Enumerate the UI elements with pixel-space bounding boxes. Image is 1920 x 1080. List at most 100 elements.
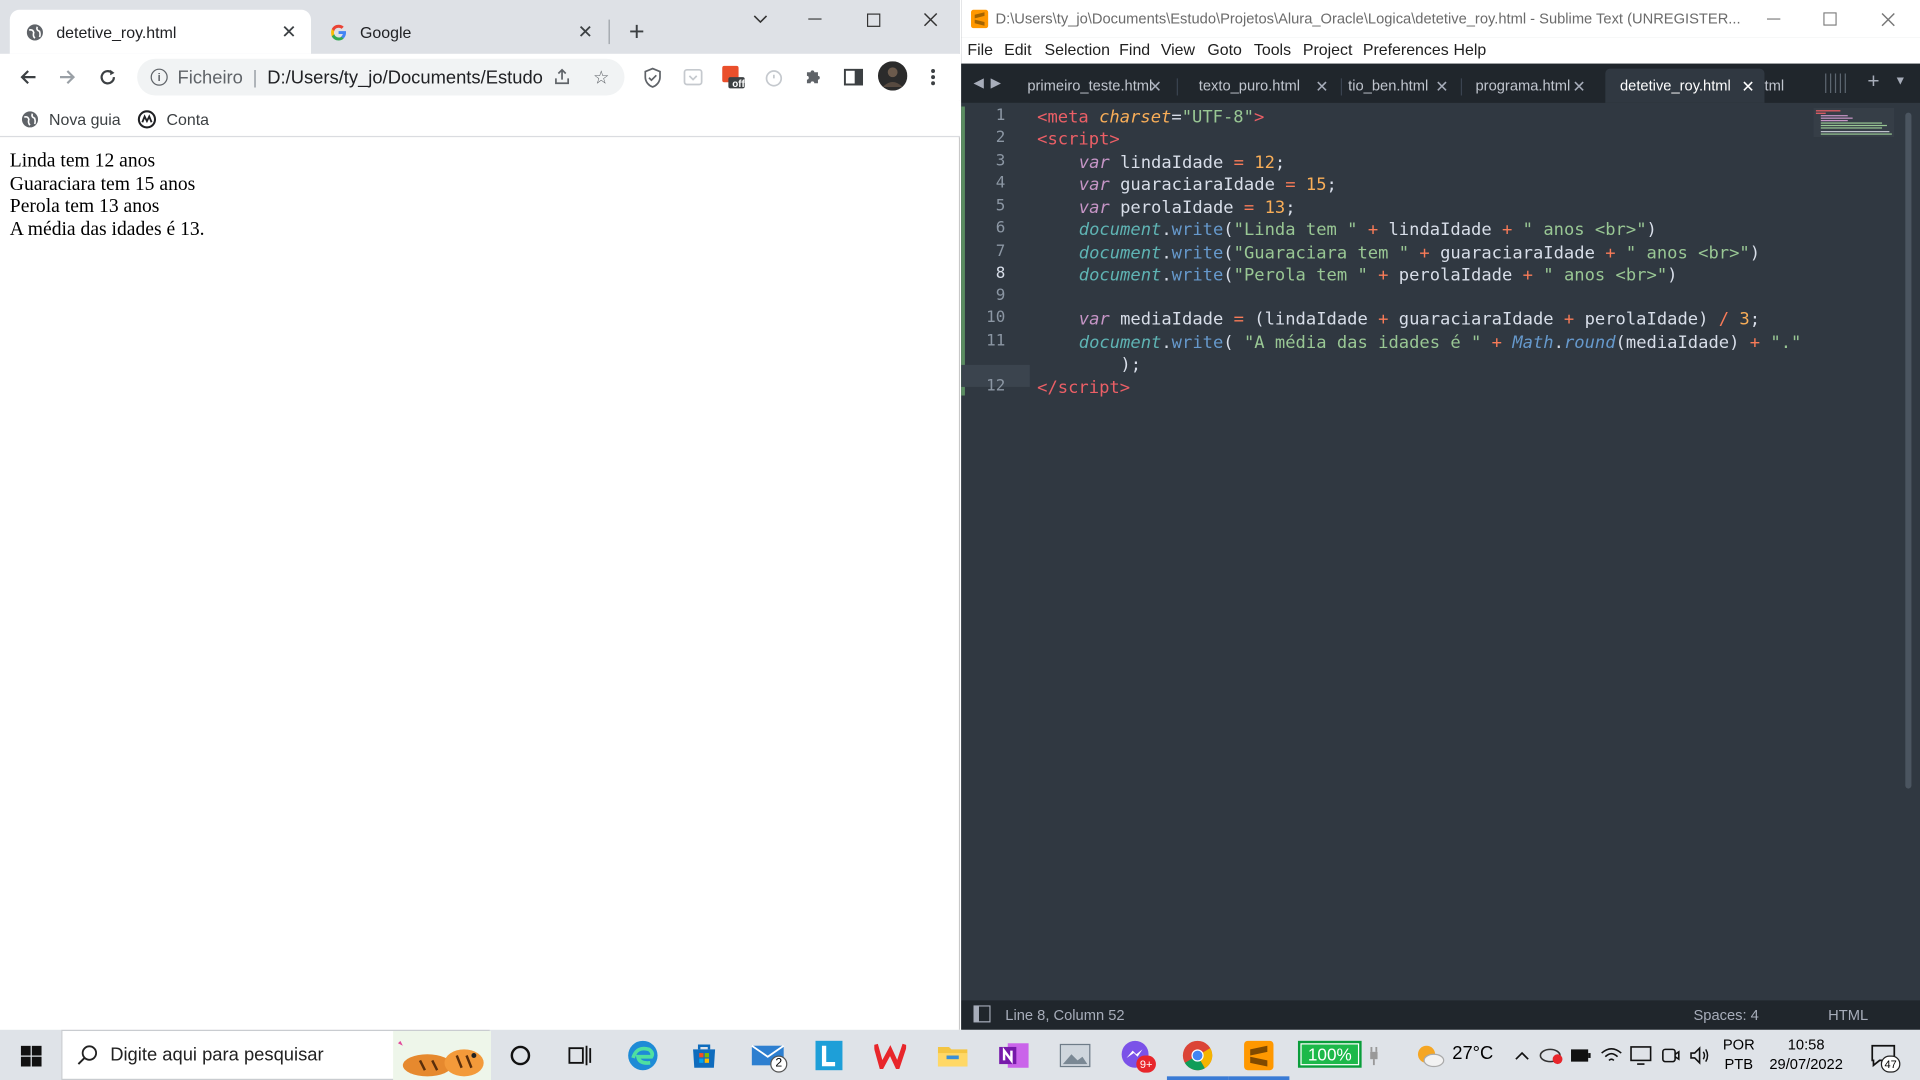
chrome-taskbar-icon[interactable]: [1166, 1036, 1229, 1080]
menu-file[interactable]: File: [967, 40, 993, 58]
tab-scroll-right-icon[interactable]: ▶: [991, 75, 1001, 91]
tab-overflow-icon[interactable]: [1823, 73, 1850, 94]
panel-toggle-icon[interactable]: [973, 1005, 991, 1026]
weather-temperature[interactable]: 27°C: [1452, 1044, 1493, 1064]
menu-help[interactable]: Help: [1453, 40, 1486, 58]
bookmark-nova-guia[interactable]: Nova guia: [20, 107, 121, 131]
windows-start-icon[interactable]: [11, 1036, 50, 1075]
file-explorer-icon[interactable]: [933, 1036, 972, 1075]
code-token: .: [1161, 265, 1172, 286]
editor-tab[interactable]: programa.html ✕: [1463, 69, 1595, 103]
photos-app-icon[interactable]: [1056, 1036, 1095, 1075]
indentation-setting[interactable]: Spaces: 4: [1693, 1007, 1758, 1024]
clock[interactable]: 10:58 29/07/2022: [1763, 1035, 1849, 1074]
bookmark-star-icon[interactable]: ☆: [590, 66, 612, 88]
site-info-icon[interactable]: i: [150, 68, 168, 86]
microsoft-store-icon[interactable]: [684, 1036, 723, 1075]
active-app-indicator: [1166, 1076, 1229, 1080]
new-tab-icon[interactable]: +: [1867, 70, 1879, 94]
close-tab-icon[interactable]: ✕: [1315, 77, 1328, 97]
editor-tab[interactable]: primeiro_teste.html ✕: [1015, 69, 1172, 103]
close-tab-icon[interactable]: ✕: [1435, 77, 1448, 97]
new-tab-button[interactable]: +: [622, 16, 651, 47]
cortana-icon[interactable]: [501, 1036, 540, 1075]
maximize-icon[interactable]: [845, 0, 901, 39]
editor-tab[interactable]: texto_puro.html ✕: [1187, 69, 1339, 103]
menu-view[interactable]: View: [1161, 40, 1195, 58]
language-indicator[interactable]: POR PTB: [1719, 1035, 1758, 1074]
code-line: </script>: [1037, 377, 1130, 399]
onedrive-error-icon[interactable]: [1538, 1036, 1565, 1075]
avatar[interactable]: [877, 61, 908, 91]
notifications-icon[interactable]: 47: [1864, 1036, 1903, 1075]
minimize-icon[interactable]: [786, 0, 842, 39]
back-button[interactable]: [12, 61, 44, 93]
battery-widget[interactable]: 100%: [1297, 1040, 1362, 1068]
timer-extension-icon[interactable]: [762, 65, 786, 89]
menu-selection[interactable]: Selection: [1044, 40, 1109, 58]
close-tab-icon[interactable]: ✕: [1741, 77, 1754, 97]
close-window-icon[interactable]: [1860, 0, 1916, 38]
shield-extension-icon[interactable]: [640, 65, 664, 89]
address-bar[interactable]: i Ficheiro | D:/Users/ty_jo/Documents/Es…: [137, 58, 625, 96]
tab-scroll-left-icon[interactable]: ◀: [973, 75, 983, 91]
minimize-icon[interactable]: [1745, 0, 1801, 38]
taskbar-search-box[interactable]: Digite aqui para pesquisar: [61, 1029, 492, 1080]
messenger-icon[interactable]: 9+: [1117, 1036, 1156, 1075]
menu-edit[interactable]: Edit: [1004, 40, 1031, 58]
tab-list-icon[interactable]: ▼: [1894, 75, 1906, 88]
editor-tab[interactable]: tml: [1764, 69, 1813, 103]
camera-icon[interactable]: [1657, 1036, 1684, 1075]
onenote-icon[interactable]: [994, 1036, 1033, 1075]
bookmark-conta[interactable]: Conta: [137, 107, 209, 131]
close-tab-icon[interactable]: ✕: [1149, 77, 1162, 97]
close-tab-icon[interactable]: ✕: [277, 20, 301, 44]
line-number: 11: [986, 331, 1006, 351]
line-number: 6: [995, 219, 1006, 238]
close-tab-icon[interactable]: ✕: [1572, 77, 1585, 97]
side-panel-icon[interactable]: [841, 65, 865, 89]
share-icon[interactable]: [551, 66, 573, 88]
code-token: script: [1047, 129, 1110, 150]
offline-extension-icon[interactable]: off: [721, 65, 745, 89]
sublime-taskbar-icon[interactable]: [1228, 1036, 1290, 1080]
code-token: document: [1078, 265, 1162, 286]
battery-icon[interactable]: [1567, 1036, 1594, 1075]
syntax-setting[interactable]: HTML: [1828, 1007, 1868, 1024]
chevron-up-icon[interactable]: [1511, 1036, 1533, 1075]
code-token: write: [1171, 220, 1224, 241]
close-window-icon[interactable]: [902, 0, 958, 39]
pocket-extension-icon[interactable]: [681, 65, 705, 89]
wps-office-icon[interactable]: [871, 1036, 910, 1075]
maximize-icon[interactable]: [1801, 0, 1857, 38]
volume-icon[interactable]: [1686, 1036, 1713, 1075]
mail-icon[interactable]: 2: [748, 1036, 788, 1075]
task-view-icon[interactable]: [561, 1036, 600, 1075]
code-editor[interactable]: <meta charset="UTF-8"> <script> var lind…: [1037, 103, 1821, 1001]
menu-find[interactable]: Find: [1119, 40, 1150, 58]
editor-tab-label: texto_puro.html: [1198, 77, 1301, 95]
close-tab-icon[interactable]: ✕: [573, 20, 597, 44]
weather-icon[interactable]: [1411, 1036, 1450, 1075]
editor-tab-active[interactable]: detetive_roy.html ✕: [1605, 68, 1765, 103]
code-line: var perolaIdade = 13;: [1079, 197, 1296, 219]
menu-goto[interactable]: Goto: [1207, 40, 1242, 58]
reload-button[interactable]: [92, 61, 124, 93]
code-line-wrapped: );: [1120, 354, 1141, 376]
vertical-scrollbar[interactable]: [1905, 112, 1912, 789]
forward-button[interactable]: [51, 61, 83, 93]
tab-detetive-roy[interactable]: detetive_roy.html ✕: [9, 9, 312, 54]
menu-project[interactable]: Project: [1303, 40, 1353, 58]
menu-preferences[interactable]: Preferences: [1363, 40, 1449, 58]
wifi-icon[interactable]: [1598, 1036, 1625, 1075]
minimap[interactable]: [1813, 107, 1895, 138]
editor-tab[interactable]: tio_ben.html ✕: [1336, 69, 1458, 103]
puzzle-extensions-icon[interactable]: [801, 65, 825, 89]
edge-icon[interactable]: [623, 1036, 662, 1075]
chrome-menu-icon[interactable]: [921, 65, 945, 89]
tab-google[interactable]: Google ✕: [313, 10, 607, 54]
tab-search-icon[interactable]: [732, 0, 788, 39]
word-app-icon[interactable]: [809, 1036, 848, 1075]
menu-tools[interactable]: Tools: [1254, 40, 1291, 58]
network-display-icon[interactable]: [1627, 1036, 1654, 1075]
